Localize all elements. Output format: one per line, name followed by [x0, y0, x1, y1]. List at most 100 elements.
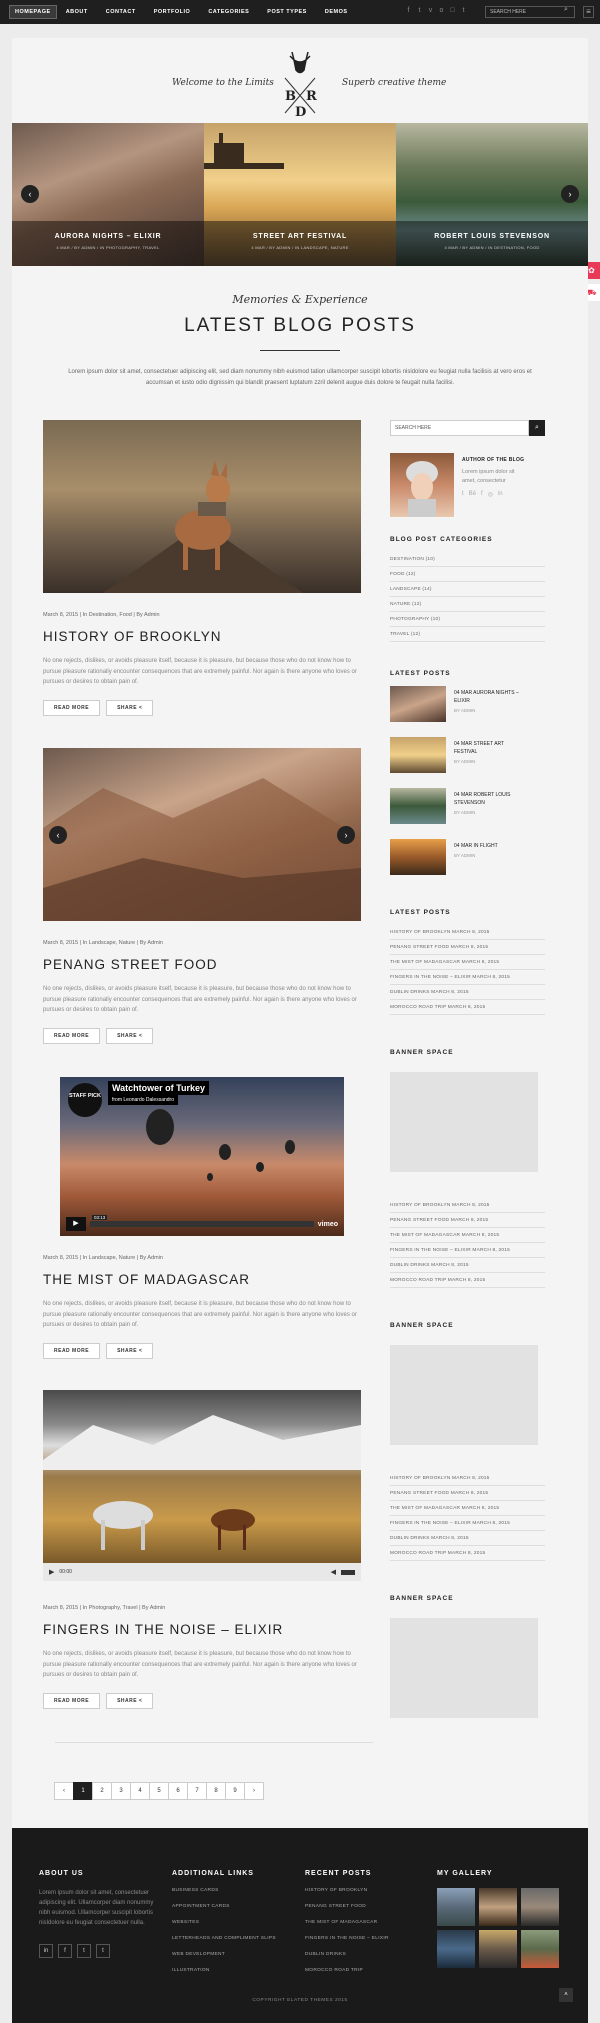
- banner-placeholder[interactable]: [390, 1345, 538, 1445]
- page-8[interactable]: 8: [206, 1782, 226, 1800]
- post-link[interactable]: MOROCCO ROAD TRIP MARCH 8, 2015: [390, 1000, 545, 1015]
- post-link[interactable]: DUBLIN DRINKS MARCH 8, 2015: [390, 1531, 545, 1546]
- post-link[interactable]: HISTORY OF BROOKLYN MARCH 8, 2015: [390, 925, 545, 940]
- footer-link[interactable]: BUSINESS CARDS: [172, 1888, 292, 1893]
- volume-icon[interactable]: ◀: [331, 1568, 336, 1576]
- slider-next-arrow-icon[interactable]: ›: [561, 185, 579, 203]
- post-link[interactable]: MOROCCO ROAD TRIP MARCH 8, 2015: [390, 1546, 545, 1561]
- behance-icon[interactable]: Bē: [469, 491, 476, 498]
- post-image-dog[interactable]: [43, 420, 361, 593]
- dribbble-icon[interactable]: ◎: [488, 491, 493, 498]
- page-3[interactable]: 3: [111, 1782, 131, 1800]
- gallery-thumb[interactable]: [479, 1888, 517, 1926]
- latest-post-thumb[interactable]: [390, 686, 446, 722]
- page-2[interactable]: 2: [92, 1782, 112, 1800]
- nav-categories[interactable]: CATEGORIES: [199, 9, 258, 15]
- dribbble-icon[interactable]: o: [438, 7, 445, 14]
- nav-post-types[interactable]: POST TYPES: [258, 9, 316, 15]
- facebook-icon[interactable]: f: [58, 1944, 72, 1958]
- banner-placeholder[interactable]: [390, 1072, 538, 1172]
- read-more-button[interactable]: READ MORE: [43, 699, 101, 716]
- facebook-icon[interactable]: f: [481, 491, 483, 498]
- latest-post-item[interactable]: 04 MAR AURORA NIGHTS – ELIXIR BY ADMIN: [390, 686, 545, 722]
- post-link[interactable]: MOROCCO ROAD TRIP MARCH 8, 2015: [390, 1273, 545, 1288]
- gallery-thumb[interactable]: [479, 1930, 517, 1968]
- post-link[interactable]: THE MIST OF MADAGASCAR MARCH 8, 2015: [390, 1501, 545, 1516]
- site-logo[interactable]: B R D: [280, 48, 320, 120]
- footer-recent-link[interactable]: HISTORY OF BROOKLYN: [305, 1888, 425, 1893]
- post-link[interactable]: PENANG STREET FOOD MARCH 8, 2015: [390, 1486, 545, 1501]
- post-title[interactable]: HISTORY OF BROOKLYN: [43, 629, 361, 644]
- slide-title[interactable]: ROBERT LOUIS STEVENSON: [396, 233, 588, 240]
- page-1[interactable]: 1: [73, 1782, 93, 1800]
- share-button[interactable]: SHARE <: [106, 699, 154, 716]
- sidebar-search-input[interactable]: SEARCH HERE: [390, 420, 529, 436]
- category-link[interactable]: PHOTOGRAPHY (10): [390, 612, 545, 627]
- category-link[interactable]: LANDSCAPE (14): [390, 582, 545, 597]
- nav-homepage[interactable]: HOMEPAGE: [9, 5, 57, 19]
- latest-post-title[interactable]: 04 MAR ROBERT LOUIS STEVENSON: [454, 791, 526, 807]
- share-button[interactable]: SHARE <: [106, 1027, 154, 1044]
- twitter-icon[interactable]: t: [462, 491, 464, 498]
- post-gallery-slider[interactable]: ‹ ›: [43, 748, 361, 921]
- post-link[interactable]: DUBLIN DRINKS MARCH 8, 2015: [390, 985, 545, 1000]
- footer-link[interactable]: WEBSITES: [172, 1920, 292, 1925]
- gallery-thumb[interactable]: [521, 1888, 559, 1926]
- post-link[interactable]: PENANG STREET FOOD MARCH 8, 2015: [390, 940, 545, 955]
- page-7[interactable]: 7: [187, 1782, 207, 1800]
- audio-player[interactable]: ▶ 00:00 ◀: [43, 1563, 361, 1581]
- page-next[interactable]: ›: [244, 1782, 264, 1800]
- gallery-thumb[interactable]: [437, 1930, 475, 1968]
- vimeo-icon[interactable]: v: [427, 7, 434, 14]
- footer-recent-link[interactable]: FINGERS IN THE NOISE – ELIXIR: [305, 1936, 425, 1941]
- footer-link[interactable]: WEB DEVELOPMENT: [172, 1952, 292, 1957]
- post-link[interactable]: FINGERS IN THE NOISE – ELIXIR MARCH 8, 2…: [390, 1516, 545, 1531]
- latest-post-thumb[interactable]: [390, 839, 446, 875]
- video-progress-bar[interactable]: 03:13: [90, 1215, 314, 1227]
- post-link[interactable]: FINGERS IN THE NOISE – ELIXIR MARCH 8, 2…: [390, 970, 545, 985]
- post-link[interactable]: THE MIST OF MADAGASCAR MARCH 8, 2015: [390, 955, 545, 970]
- video-byline[interactable]: from Leonardo Dalessandro: [108, 1095, 178, 1105]
- hamburger-menu-icon[interactable]: ≡: [583, 6, 594, 18]
- slide-title[interactable]: STREET ART FESTIVAL: [204, 233, 396, 240]
- search-icon[interactable]: ⌕: [529, 420, 545, 436]
- nav-about[interactable]: ABOUT: [57, 9, 97, 15]
- share-button[interactable]: SHARE <: [106, 1692, 154, 1709]
- latest-post-thumb[interactable]: [390, 737, 446, 773]
- play-icon[interactable]: ▶: [66, 1217, 86, 1231]
- post-title[interactable]: FINGERS IN THE NOISE – ELIXIR: [43, 1622, 361, 1637]
- page-prev[interactable]: ‹: [54, 1782, 74, 1800]
- latest-post-thumb[interactable]: [390, 788, 446, 824]
- footer-recent-link[interactable]: PENANG STREET FOOD: [305, 1904, 425, 1909]
- latest-post-item[interactable]: 04 MAR STREET ART FESTIVAL BY ADMIN: [390, 737, 545, 773]
- gallery-thumb[interactable]: [437, 1888, 475, 1926]
- instagram-icon[interactable]: □: [449, 7, 456, 14]
- back-to-top-icon[interactable]: ˄: [559, 1988, 573, 2002]
- latest-post-item[interactable]: 04 MAR ROBERT LOUIS STEVENSON BY ADMIN: [390, 788, 545, 824]
- post-link[interactable]: FINGERS IN THE NOISE – ELIXIR MARCH 8, 2…: [390, 1243, 545, 1258]
- video-player[interactable]: STAFF PICK Watchtower of Turkey from Leo…: [60, 1077, 344, 1236]
- slide-aurora[interactable]: AURORA NIGHTS – ELIXIR 4 MAR / BY ADMIN …: [12, 123, 204, 266]
- vimeo-logo[interactable]: vimeo: [318, 1221, 338, 1228]
- read-more-button[interactable]: READ MORE: [43, 1692, 101, 1709]
- slide-street-art[interactable]: STREET ART FESTIVAL 4 MAR / BY ADMIN / I…: [204, 123, 396, 266]
- footer-recent-link[interactable]: DUBLIN DRINKS: [305, 1952, 425, 1957]
- latest-post-item[interactable]: 04 MAR IN FLIGHT BY ADMIN: [390, 839, 545, 875]
- avatar[interactable]: [390, 453, 454, 517]
- post-title[interactable]: PENANG STREET FOOD: [43, 957, 361, 972]
- footer-recent-link[interactable]: MOROCCO ROAD TRIP: [305, 1968, 425, 1973]
- latest-post-title[interactable]: 04 MAR IN FLIGHT: [454, 842, 526, 850]
- page-9[interactable]: 9: [225, 1782, 245, 1800]
- nav-contact[interactable]: CONTACT: [97, 9, 145, 15]
- volume-bar[interactable]: [341, 1569, 355, 1575]
- footer-link[interactable]: APPOINTMENT CARDS: [172, 1904, 292, 1909]
- post-link[interactable]: HISTORY OF BROOKLYN MARCH 8, 2015: [390, 1198, 545, 1213]
- twitter-icon[interactable]: t: [416, 7, 423, 14]
- read-more-button[interactable]: READ MORE: [43, 1027, 101, 1044]
- post-link[interactable]: PENANG STREET FOOD MARCH 8, 2015: [390, 1213, 545, 1228]
- category-link[interactable]: NATURE (12): [390, 597, 545, 612]
- gallery-prev-arrow-icon[interactable]: ‹: [49, 826, 67, 844]
- category-link[interactable]: TRAVEL (12): [390, 627, 545, 642]
- twitter-icon[interactable]: t: [77, 1944, 91, 1958]
- post-image-horses[interactable]: [43, 1390, 361, 1563]
